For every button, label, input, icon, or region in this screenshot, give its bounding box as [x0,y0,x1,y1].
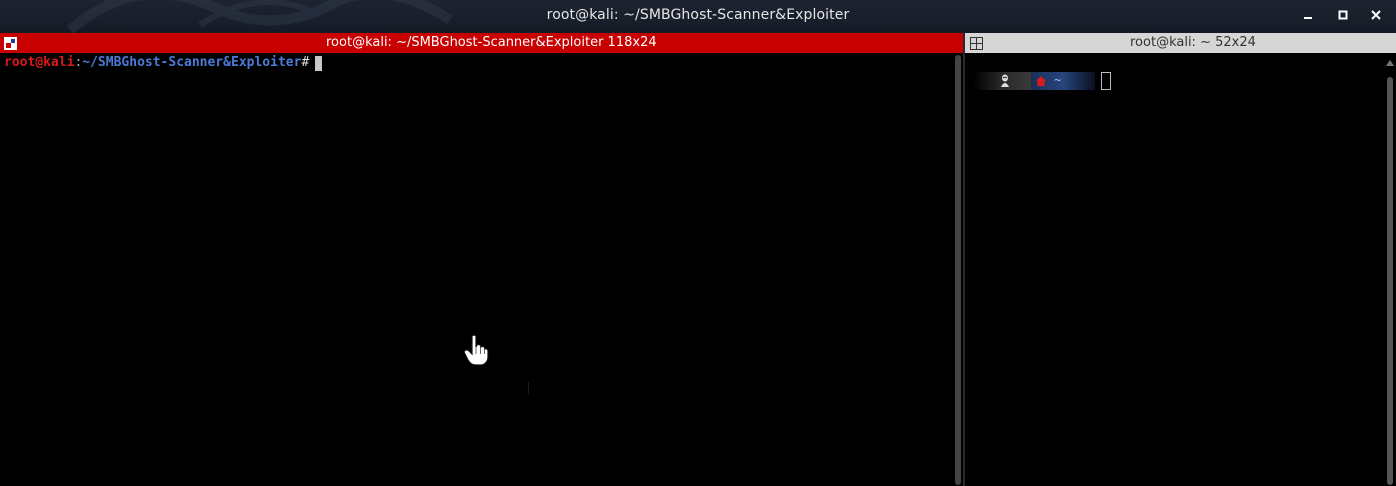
window-title: root@kali: ~/SMBGhost-Scanner&Exploiter [546,7,850,23]
prompt-user-host: root@kali [4,55,75,70]
hand-pointer-icon [463,334,489,366]
terminal-split-icon[interactable] [970,37,983,50]
terminal-split-icon[interactable] [4,37,17,50]
pane-titlebar-left[interactable]: root@kali: ~/SMBGhost-Scanner&Exploiter … [0,33,963,53]
pane-title-left: root@kali: ~/SMBGhost-Scanner&Exploiter … [326,35,657,50]
scroll-up-arrow-icon[interactable] [1386,59,1394,67]
text-cursor [1101,72,1111,90]
faint-artifact [528,382,529,395]
prompt-dir-segment: ~ [1031,72,1095,90]
close-icon [1371,10,1381,20]
prompt-dir: ~ [1054,73,1062,87]
pane-title-right: root@kali: ~ 52x24 [1130,35,1256,50]
minimize-icon [1304,17,1312,19]
scrollbar-right[interactable] [1386,55,1394,485]
terminal-pane-left[interactable]: root@kali: ~/SMBGhost-Scanner&Exploiter … [0,33,963,486]
linux-tux-icon [1001,74,1009,87]
home-icon [1036,76,1046,86]
minimize-button[interactable] [1301,8,1315,22]
close-button[interactable] [1369,8,1383,22]
prompt-colon: : [74,55,83,70]
prompt-symbol: # [301,55,310,70]
pane-titlebar-right[interactable]: root@kali: ~ 52x24 [965,33,1396,53]
powerline-prompt: ~ [973,72,1095,90]
scrollbar-left[interactable] [955,55,961,485]
maximize-button[interactable] [1336,8,1350,22]
scrollbar-thumb[interactable] [1387,77,1393,485]
prompt-path: ~/SMBGhost-Scanner&Exploiter [82,55,302,70]
shell-prompt-line[interactable]: root@kali: ~/SMBGhost-Scanner&Exploiter # [4,55,323,71]
window-titlebar[interactable]: root@kali: ~/SMBGhost-Scanner&Exploiter [0,0,1396,33]
prompt-os-segment [973,72,1031,90]
text-cursor [315,55,323,71]
terminal-pane-right[interactable]: root@kali: ~ 52x24 ~ [965,33,1396,486]
maximize-icon [1338,10,1348,20]
